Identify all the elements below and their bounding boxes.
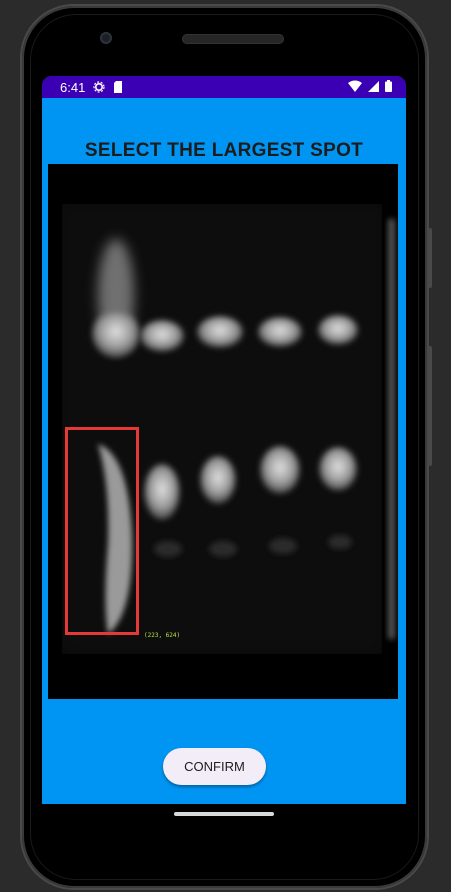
sd-card-icon [113,81,123,93]
confirm-button[interactable]: CONFIRM [163,748,266,785]
settings-gear-icon [93,81,105,93]
power-button [428,228,432,288]
page-title: SELECT THE LARGEST SPOT [84,140,364,161]
status-time: 6:41 [60,79,86,95]
selection-coordinates: (223, 624) [144,632,181,639]
signal-icon [368,80,379,95]
battery-icon [385,79,392,95]
app-screen: 6:41 SELECT THE LARGEST SPOT (223, 624) … [42,76,406,804]
status-bar: 6:41 [42,76,406,98]
spot-image[interactable]: (223, 624) [48,164,398,699]
front-camera [100,32,112,44]
volume-button [428,346,432,466]
selection-box[interactable] [65,427,139,635]
earpiece-speaker [182,34,284,44]
wifi-icon [348,80,362,95]
gesture-nav-bar[interactable] [174,812,274,816]
